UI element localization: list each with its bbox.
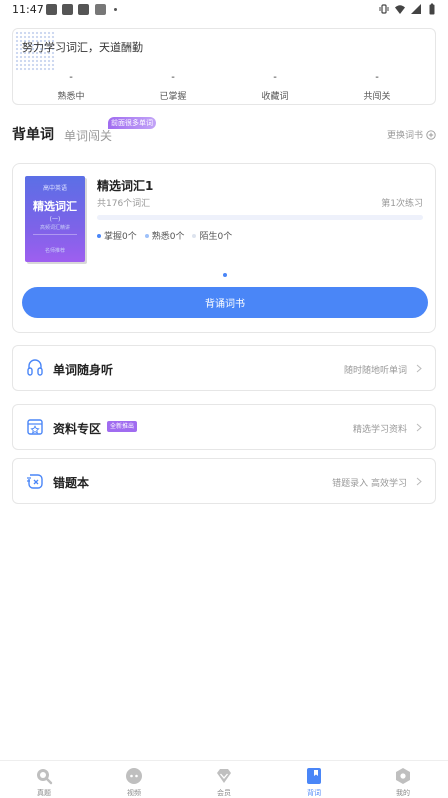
- folder-star-icon: [27, 419, 43, 435]
- notification-app-icon: [78, 4, 89, 15]
- carousel-indicator: [223, 273, 227, 277]
- nav-label: 视频: [127, 789, 141, 797]
- wrong-notebook-row[interactable]: 错题本 错题录入 高效学习: [12, 458, 436, 504]
- status-bar: 11:47: [0, 0, 448, 20]
- cover-subtitle: 高频词汇精讲: [39, 225, 70, 231]
- listen-words-row[interactable]: 单词随身听 随时随地听单词: [12, 345, 436, 391]
- book-cover[interactable]: 高中英语 精选词汇 (一) 高频词汇精讲 名师推荐: [25, 176, 85, 262]
- row-title: 错题本: [53, 476, 90, 490]
- cover-volume: (一): [49, 216, 61, 223]
- stat-familiar[interactable]: - 熟悉中: [31, 71, 111, 102]
- stat-favorites[interactable]: - 收藏词: [235, 71, 315, 102]
- wrong-notebook-icon: [27, 474, 43, 489]
- status-time: 11:47: [12, 3, 44, 16]
- notification-dot-icon: [114, 8, 117, 11]
- new-badge: 全新推出: [107, 421, 138, 432]
- legend-unfamiliar: 陌生0个: [192, 229, 232, 242]
- status-icons: [378, 3, 438, 15]
- stat-value: -: [171, 72, 175, 83]
- materials-row[interactable]: 资料专区 全新推出 精选学习资料: [12, 404, 436, 450]
- progress-bar: [97, 215, 423, 220]
- nav-exams[interactable]: 真题: [14, 761, 74, 798]
- progress-legend: 掌握0个 熟悉0个 陌生0个: [97, 229, 232, 242]
- legend-dot: [192, 233, 197, 238]
- row-hint: 错题录入 高效学习: [332, 479, 407, 489]
- recite-book-button[interactable]: 背诵词书: [22, 287, 428, 318]
- cover-title: 精选词汇: [33, 200, 77, 213]
- stat-value: -: [273, 72, 277, 83]
- book-word-count: 共176个词汇: [97, 199, 151, 209]
- stat-mastered[interactable]: - 已掌握: [133, 71, 213, 102]
- row-hint: 精选学习资料: [352, 425, 407, 435]
- practice-count: 第1次练习: [381, 199, 423, 209]
- book-title: 精选词汇1: [97, 179, 154, 193]
- profile-icon: [396, 768, 410, 784]
- stat-levels[interactable]: - 共闯关: [337, 71, 417, 102]
- stat-label: 共闯关: [363, 92, 391, 102]
- stat-label: 收藏词: [261, 92, 289, 102]
- nav-words[interactable]: 背词: [284, 761, 344, 798]
- tab-badge: 前面很多单词: [108, 117, 156, 129]
- cover-top-text: 高中英语: [42, 185, 67, 192]
- legend-dot: [144, 233, 149, 238]
- chevron-right-icon: [416, 477, 422, 486]
- notification-app-icon: [95, 4, 106, 15]
- diamond-icon: [217, 769, 231, 783]
- change-book-label: 更换词书: [386, 131, 423, 141]
- nav-label: 背词: [307, 789, 321, 797]
- book-icon: [307, 768, 321, 784]
- plus-circle-icon: [426, 129, 436, 140]
- chevron-right-icon: [416, 423, 422, 432]
- chevron-right-icon: [416, 364, 422, 373]
- legend-label: 掌握0个: [104, 232, 137, 242]
- current-book-card: 高中英语 精选词汇 (一) 高频词汇精讲 名师推荐 精选词汇1 共176个词汇 …: [12, 163, 436, 333]
- cover-footer: 名师推荐: [44, 248, 65, 254]
- headphones-icon: [27, 359, 43, 376]
- stat-label: 熟悉中: [57, 92, 85, 102]
- nav-video[interactable]: 视频: [104, 761, 164, 798]
- stat-value: -: [375, 72, 379, 83]
- nav-profile[interactable]: 我的: [373, 761, 433, 798]
- legend-familiar: 熟悉0个: [144, 229, 185, 242]
- legend-dot: [97, 233, 101, 238]
- row-title: 资料专区: [53, 422, 102, 436]
- notification-app-icon: [46, 4, 57, 15]
- change-book-button[interactable]: 更换词书: [387, 128, 436, 141]
- nav-label: 会员: [217, 789, 231, 797]
- tab-recite-words[interactable]: 背单词: [12, 124, 54, 144]
- row-title: 单词随身听: [53, 363, 114, 377]
- nav-label: 我的: [396, 789, 410, 797]
- legend-mastered: 掌握0个: [97, 229, 137, 242]
- tab-word-challenge[interactable]: 单词闯关: [64, 127, 112, 144]
- notification-app-icon: [62, 4, 73, 15]
- legend-label: 陌生0个: [199, 232, 233, 242]
- study-stats-card: 努力学习词汇，天道酬勤 - 熟悉中 - 已掌握 - 收藏词 - 共闯关: [12, 28, 436, 105]
- signal-icon: [411, 4, 421, 14]
- stat-value: -: [69, 72, 73, 83]
- video-icon: [126, 768, 142, 784]
- battery-icon: [429, 3, 435, 15]
- wifi-icon: [395, 5, 405, 14]
- motto-text: 努力学习词汇，天道酬勤: [22, 41, 143, 54]
- cover-divider: [33, 234, 77, 235]
- stat-label: 已掌握: [159, 92, 187, 102]
- nav-membership[interactable]: 会员: [194, 761, 254, 798]
- search-icon: [37, 769, 53, 785]
- bottom-nav: 真题 视频 会员 背词 我的: [0, 760, 448, 798]
- vibrate-icon: [379, 4, 389, 14]
- nav-label: 真题: [37, 789, 51, 797]
- legend-label: 熟悉0个: [151, 232, 185, 242]
- row-hint: 随时随地听单词: [343, 366, 407, 376]
